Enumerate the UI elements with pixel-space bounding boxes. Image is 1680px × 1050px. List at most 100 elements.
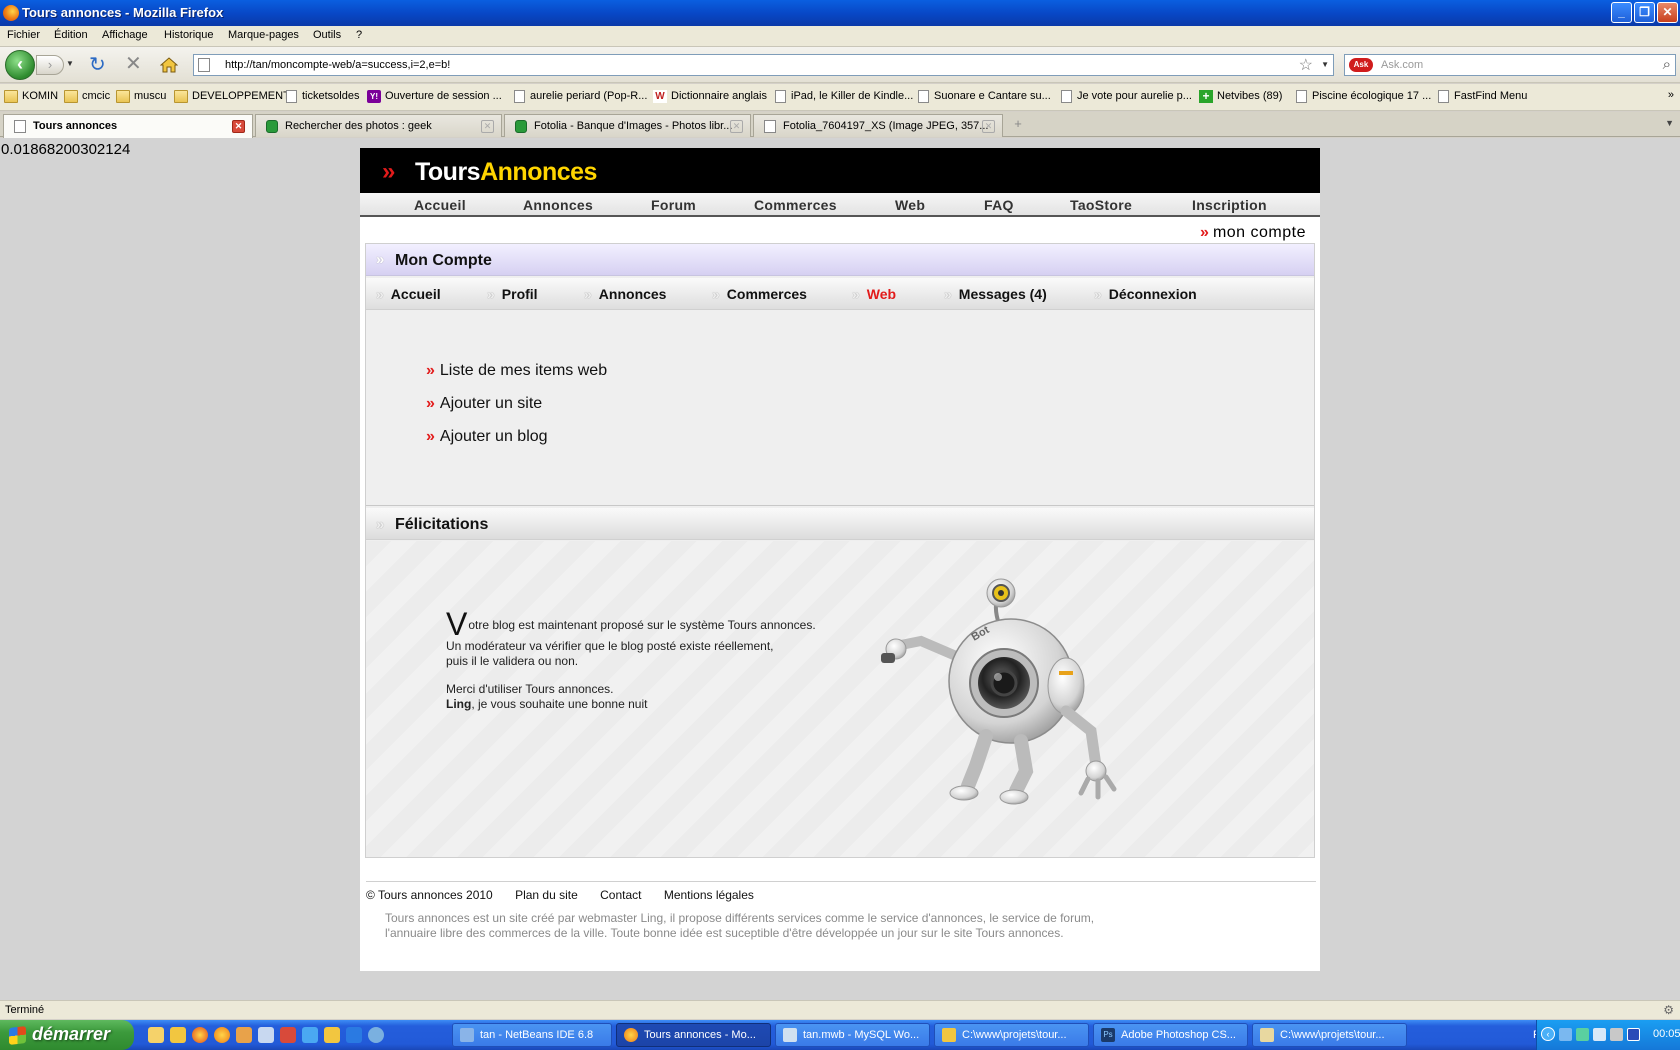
tab-close-icon[interactable]: ✕: [982, 120, 995, 133]
bookmark-dictionnaire[interactable]: W Dictionnaire anglais: [653, 90, 767, 103]
url-bar[interactable]: http://tan/moncompte-web/a=success,i=2,e…: [193, 54, 1334, 76]
minimize-button[interactable]: _: [1611, 2, 1632, 23]
window-title-bar[interactable]: Tours annonces - Mozilla Firefox _ ❐ ✕: [0, 0, 1680, 26]
nav-annonces[interactable]: Annonces: [523, 197, 593, 213]
tab-rechercher-photos[interactable]: Rechercher des photos : geek ✕: [255, 114, 502, 137]
security-shield-tray-icon[interactable]: [1627, 1028, 1640, 1041]
link-ajouter-blog[interactable]: » Ajouter un blog: [426, 428, 548, 446]
subnav-web[interactable]: » Web: [852, 286, 896, 302]
close-window-button[interactable]: ✕: [1657, 2, 1678, 23]
bookmark-developpement[interactable]: DEVELOPPEMENT: [174, 90, 290, 103]
bookmark-star-icon[interactable]: ☆: [1299, 55, 1313, 75]
tab-tours-annonces[interactable]: Tours annonces ✕: [3, 114, 253, 138]
nav-forum[interactable]: Forum: [651, 197, 696, 213]
footer-copyright: © Tours annonces 2010: [366, 888, 493, 902]
menu-affichage[interactable]: Affichage: [102, 29, 148, 41]
nav-web[interactable]: Web: [895, 197, 925, 213]
app-tray-icon[interactable]: [1576, 1028, 1589, 1041]
tab-fotolia-image[interactable]: Fotolia_7604197_XS (Image JPEG, 357... ✕: [753, 114, 1003, 137]
tab-list-dropdown-icon[interactable]: ▼: [1665, 118, 1674, 128]
start-button[interactable]: démarrer: [0, 1020, 134, 1050]
tab-close-icon[interactable]: ✕: [232, 120, 245, 133]
subnav-accueil[interactable]: » Accueil: [376, 286, 441, 302]
bookmark-komin[interactable]: KOMIN: [4, 90, 58, 103]
bluetooth-tray-icon[interactable]: [1593, 1028, 1606, 1041]
site-logo[interactable]: ToursAnnonces: [415, 158, 597, 187]
back-button[interactable]: ‹: [5, 50, 35, 80]
taskbar-explorer-2[interactable]: C:\www\projets\tour...: [1252, 1023, 1407, 1047]
new-tab-button[interactable]: +: [1008, 116, 1028, 134]
ask-engine-icon[interactable]: Ask: [1349, 58, 1373, 72]
bookmark-netvibes[interactable]: + Netvibes (89): [1199, 90, 1282, 103]
footer-mentions-legales[interactable]: Mentions légales: [664, 888, 754, 902]
resize-grip-icon[interactable]: ⚙: [1663, 1003, 1674, 1017]
bookmark-aurelie-periard[interactable]: aurelie periard (Pop-R...: [512, 90, 647, 103]
reload-icon[interactable]: ↻: [89, 55, 106, 75]
taskbar-explorer-1[interactable]: C:\www\projets\tour...: [934, 1023, 1089, 1047]
bookmark-ouverture-session[interactable]: Y! Ouverture de session ...: [367, 90, 502, 103]
bookmark-piscine[interactable]: Piscine écologique 17 ...: [1294, 90, 1431, 103]
explorer-quicklaunch-icon[interactable]: [148, 1027, 164, 1043]
forward-button[interactable]: ›: [36, 55, 64, 75]
tab-close-icon[interactable]: ✕: [730, 120, 743, 133]
nav-accueil[interactable]: Accueil: [414, 197, 466, 213]
bookmark-suonare[interactable]: Suonare e Cantare su...: [916, 90, 1051, 103]
link-ajouter-site[interactable]: » Ajouter un site: [426, 395, 542, 413]
menu-marque-pages[interactable]: Marque-pages: [228, 29, 299, 41]
search-icon[interactable]: ⌕: [1663, 56, 1671, 73]
clock[interactable]: 00:05: [1653, 1028, 1680, 1040]
maximize-button[interactable]: ❐: [1634, 2, 1655, 23]
tab-close-icon[interactable]: ✕: [481, 120, 494, 133]
tray-expand-icon[interactable]: ‹: [1541, 1027, 1555, 1041]
bookmarks-overflow-chevron-icon[interactable]: »: [1668, 89, 1674, 101]
subnav-deconnexion[interactable]: » Déconnexion: [1094, 286, 1197, 302]
stop-icon[interactable]: ✕: [125, 54, 142, 74]
tab-fotolia-banque[interactable]: Fotolia - Banque d'Images - Photos libr.…: [504, 114, 751, 137]
bookmark-je-vote[interactable]: Je vote pour aurelie p...: [1059, 90, 1192, 103]
taskbar-photoshop[interactable]: Ps Adobe Photoshop CS...: [1093, 1023, 1248, 1047]
globe-quicklaunch-icon[interactable]: [368, 1027, 384, 1043]
bookmark-fastfind[interactable]: FastFind Menu: [1436, 90, 1527, 103]
folder-quicklaunch-icon[interactable]: [170, 1027, 186, 1043]
ie2-quicklaunch-icon[interactable]: [346, 1027, 362, 1043]
subnav-annonces[interactable]: » Annonces: [584, 286, 666, 302]
bookmark-ipad[interactable]: iPad, le Killer de Kindle...: [773, 90, 913, 103]
taskbar-firefox[interactable]: Tours annonces - Mo...: [616, 1023, 771, 1047]
nav-faq[interactable]: FAQ: [984, 197, 1014, 213]
network-tray-icon[interactable]: [1559, 1028, 1572, 1041]
menu-edition[interactable]: Édition: [54, 29, 88, 41]
volume-tray-icon[interactable]: [1610, 1028, 1623, 1041]
footer-contact[interactable]: Contact: [600, 888, 641, 902]
search-placeholder[interactable]: Ask.com: [1381, 59, 1423, 71]
nav-inscription[interactable]: Inscription: [1192, 197, 1267, 213]
taskbar-mysql[interactable]: tan.mwb - MySQL Wo...: [775, 1023, 930, 1047]
ie-quicklaunch-icon[interactable]: [302, 1027, 318, 1043]
folder2-quicklaunch-icon[interactable]: [324, 1027, 340, 1043]
subnav-profil[interactable]: » Profil: [487, 286, 538, 302]
bookmark-cmcic[interactable]: cmcic: [64, 90, 110, 103]
history-dropdown-icon[interactable]: ▼: [66, 59, 74, 68]
link-liste-items-web[interactable]: » Liste de mes items web: [426, 362, 607, 380]
menu-outils[interactable]: Outils: [313, 29, 341, 41]
tool-quicklaunch-icon[interactable]: [258, 1027, 274, 1043]
search-bar[interactable]: Ask Ask.com ⌕: [1344, 54, 1676, 76]
taskbar-netbeans[interactable]: tan - NetBeans IDE 6.8: [452, 1023, 612, 1047]
menu-historique[interactable]: Historique: [164, 29, 214, 41]
mon-compte-link[interactable]: » mon compte: [1200, 224, 1306, 242]
bookmark-ticketsoldes[interactable]: ticketsoldes: [284, 90, 359, 103]
subnav-messages[interactable]: » Messages (4): [944, 286, 1047, 302]
app-quicklaunch-icon[interactable]: [280, 1027, 296, 1043]
subnav-commerces[interactable]: » Commerces: [712, 286, 807, 302]
firefox-quicklaunch-icon[interactable]: [214, 1027, 230, 1043]
nav-commerces[interactable]: Commerces: [754, 197, 837, 213]
url-text[interactable]: http://tan/moncompte-web/a=success,i=2,e…: [225, 59, 450, 71]
home-icon[interactable]: [160, 57, 178, 73]
user-quicklaunch-icon[interactable]: [236, 1027, 252, 1043]
footer-plan-du-site[interactable]: Plan du site: [515, 888, 578, 902]
chrome-quicklaunch-icon[interactable]: [192, 1027, 208, 1043]
url-dropdown-icon[interactable]: ▼: [1321, 60, 1329, 69]
menu-fichier[interactable]: Fichier: [7, 29, 40, 41]
bookmark-muscu[interactable]: muscu: [116, 90, 166, 103]
menu-help[interactable]: ?: [356, 29, 362, 41]
nav-taostore[interactable]: TaoStore: [1070, 197, 1132, 213]
